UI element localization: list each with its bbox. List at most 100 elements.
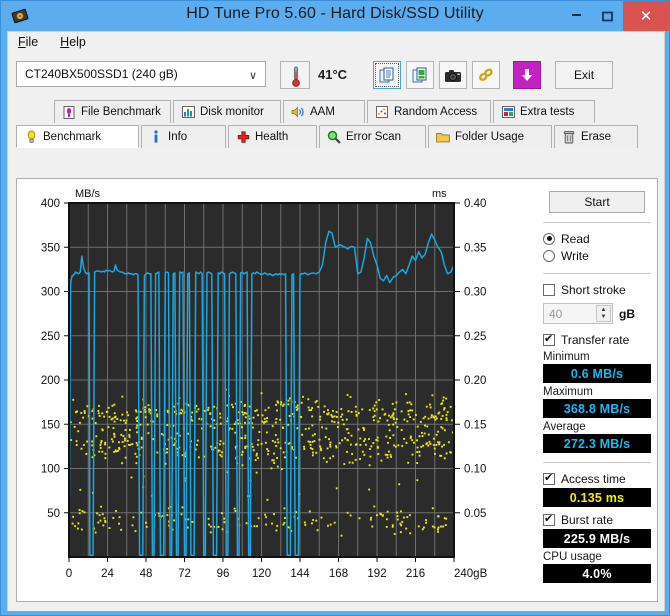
- checkbox-transfer-rate[interactable]: Transfer rate: [543, 331, 651, 348]
- radio-read-indicator[interactable]: [543, 232, 555, 245]
- svg-text:72: 72: [178, 568, 191, 580]
- svg-text:250: 250: [41, 331, 60, 343]
- svg-text:150: 150: [41, 419, 60, 431]
- tab-info[interactable]: Info: [141, 125, 226, 148]
- transfer-rate-checkbox[interactable]: [543, 332, 555, 346]
- svg-text:MB/s: MB/s: [75, 188, 101, 200]
- tab-row-bottom: Benchmark Info Health Error Scan Folder …: [16, 125, 656, 148]
- tab-disk-monitor[interactable]: Disk monitor: [173, 100, 281, 123]
- svg-text:100: 100: [41, 464, 60, 476]
- menu-help[interactable]: Help: [60, 35, 86, 54]
- average-value: 272.3 MB/s: [563, 436, 631, 451]
- copy-text-icon[interactable]: [373, 61, 402, 89]
- svg-text:144: 144: [290, 568, 310, 580]
- magnifier-icon: [327, 130, 341, 144]
- trash-icon: [562, 130, 576, 144]
- tab-label: Erase: [581, 131, 612, 143]
- checkbox-burst-rate[interactable]: Burst rate: [543, 511, 651, 528]
- spinner-arrows-icon[interactable]: ▲ ▼: [596, 305, 611, 322]
- exit-button[interactable]: Exit: [555, 61, 614, 89]
- burst-rate-value-box: 225.9 MB/s: [543, 529, 651, 548]
- minimum-label: Minimum: [543, 351, 590, 363]
- tab-random-access[interactable]: Random Access: [367, 100, 491, 123]
- radio-write[interactable]: Write: [543, 247, 651, 264]
- checkbox-access-time[interactable]: Access time: [543, 470, 651, 487]
- tab-label: Random Access: [394, 106, 478, 118]
- tab-extra-tests[interactable]: Extra tests: [493, 100, 595, 123]
- toolbar: CT240BX500SSD1 (240 gB) ∨ 41°C Exit: [8, 54, 664, 100]
- svg-text:350: 350: [41, 242, 60, 254]
- access-time-value: 0.135 ms: [569, 490, 625, 505]
- burst-rate-value: 225.9 MB/s: [563, 531, 631, 546]
- tab-label: Info: [168, 131, 188, 143]
- tab-erase[interactable]: Erase: [554, 125, 638, 148]
- svg-text:168: 168: [329, 568, 348, 580]
- short-stroke-label: Short stroke: [561, 282, 626, 297]
- access-time-value-box: 0.135 ms: [543, 488, 651, 507]
- short-stroke-value: 40: [549, 307, 563, 321]
- menu-file[interactable]: File: [18, 35, 38, 54]
- svg-text:24: 24: [101, 568, 114, 580]
- minimum-value: 0.6 MB/s: [570, 366, 624, 381]
- svg-text:0: 0: [66, 568, 72, 580]
- short-stroke-input[interactable]: 40 ▲ ▼: [543, 303, 613, 324]
- tab-aam[interactable]: AAM: [283, 100, 365, 123]
- tab-label: Error Scan: [346, 131, 401, 143]
- radio-write-indicator[interactable]: [543, 249, 555, 262]
- short-stroke-checkbox[interactable]: [543, 283, 555, 296]
- tab-label: Extra tests: [520, 106, 575, 118]
- radio-read[interactable]: Read: [543, 230, 651, 247]
- tab-benchmark[interactable]: Benchmark: [16, 125, 139, 148]
- minimize-button[interactable]: [561, 1, 592, 31]
- checkbox-short-stroke[interactable]: Short stroke: [543, 281, 651, 298]
- save-download-icon[interactable]: [513, 61, 542, 89]
- svg-text:120: 120: [252, 568, 271, 580]
- window-controls: ✕: [561, 1, 669, 31]
- copy-image-icon[interactable]: [406, 61, 435, 89]
- link-chain-icon[interactable]: [472, 61, 501, 89]
- tab-label: Disk monitor: [200, 106, 264, 118]
- title-bar: HD Tune Pro 5.60 - Hard Disk/SSD Utility…: [1, 1, 669, 31]
- svg-text:0.35: 0.35: [464, 242, 486, 254]
- burst-rate-label: Burst rate: [561, 512, 614, 527]
- radio-read-label: Read: [561, 231, 590, 246]
- average-label: Average: [543, 421, 586, 433]
- maximum-value-box: 368.8 MB/s: [543, 399, 651, 418]
- hd-tune-window: HD Tune Pro 5.60 - Hard Disk/SSD Utility…: [0, 0, 670, 616]
- tab-folder-usage[interactable]: Folder Usage: [428, 125, 552, 148]
- tab-label: AAM: [310, 106, 335, 118]
- file-benchmark-icon: [62, 105, 76, 119]
- tab-error-scan[interactable]: Error Scan: [319, 125, 426, 148]
- divider: [543, 273, 651, 274]
- start-button[interactable]: Start: [549, 191, 645, 213]
- short-stroke-unit: gB: [619, 306, 635, 321]
- drive-select-value: CT240BX500SSD1 (240 gB): [25, 67, 178, 81]
- access-time-checkbox[interactable]: [543, 471, 555, 485]
- svg-text:192: 192: [367, 568, 386, 580]
- chevron-down-icon: ∨: [248, 70, 257, 82]
- maximize-button[interactable]: [592, 1, 623, 31]
- cpu-usage-value: 4.0%: [582, 566, 612, 581]
- divider: [543, 462, 651, 463]
- grid-chart-icon: [501, 105, 515, 119]
- average-value-box: 272.3 MB/s: [543, 434, 651, 453]
- svg-text:ms: ms: [432, 188, 447, 200]
- temperature-value: 41°C: [318, 67, 348, 82]
- temperature-indicator: [280, 61, 310, 89]
- screenshot-camera-icon[interactable]: [439, 61, 468, 89]
- tab-health[interactable]: Health: [228, 125, 317, 148]
- tab-label: Folder Usage: [455, 131, 525, 143]
- transfer-rate-label: Transfer rate: [561, 332, 630, 347]
- svg-text:240gB: 240gB: [454, 568, 488, 580]
- burst-rate-checkbox[interactable]: [543, 512, 555, 526]
- scatter-chart-icon: [375, 105, 389, 119]
- tab-file-benchmark[interactable]: File Benchmark: [54, 100, 171, 123]
- svg-text:50: 50: [47, 508, 60, 520]
- short-stroke-stepper[interactable]: 40 ▲ ▼ gB: [543, 303, 651, 324]
- drive-select[interactable]: CT240BX500SSD1 (240 gB) ∨: [16, 61, 266, 87]
- svg-text:216: 216: [406, 568, 425, 580]
- close-button[interactable]: ✕: [623, 1, 669, 31]
- folder-icon: [436, 130, 450, 144]
- svg-text:200: 200: [41, 375, 60, 387]
- svg-text:0.20: 0.20: [464, 375, 486, 387]
